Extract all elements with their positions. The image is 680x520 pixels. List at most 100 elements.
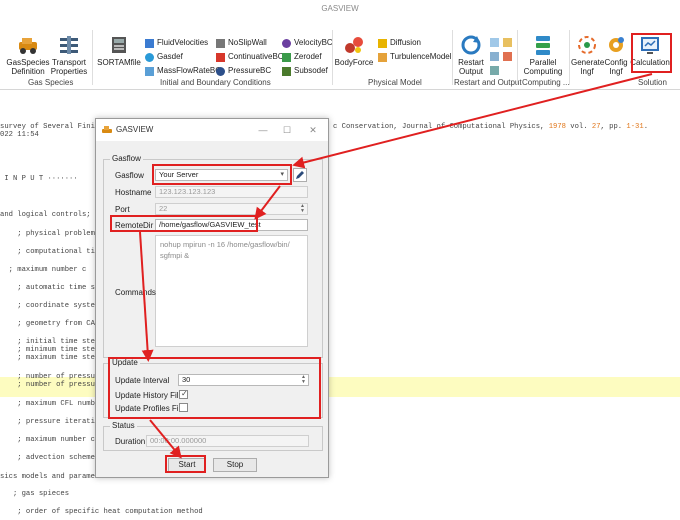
ribbon-separator [92,30,93,85]
diffusion-label: Diffusion [390,38,421,47]
vehicle-icon [17,34,39,56]
continuative-bc-button[interactable]: ContinuativeBC [216,52,284,62]
fluid-velocities-button[interactable]: FluidVelocities [145,38,208,48]
reference-year: 1978 [548,123,566,131]
minimize-icon[interactable]: — [256,123,270,137]
group-initial-boundary: Initial and Boundary Conditions [160,78,271,87]
config-icon [605,34,627,56]
transport-properties-label: Transport Properties [50,58,88,76]
app-logo-icon [102,126,112,134]
editor-line: sics models and paramet [0,473,100,481]
turbulence-model-button[interactable]: TurbulenceModel [378,52,452,62]
zerodef-button[interactable]: Zerodef [282,52,322,62]
gas-species-definition-button[interactable]: GasSpecies Definition [6,34,50,76]
dialog-titlebar[interactable]: GASVIEW — ☐ ✕ [96,119,328,141]
globe-icon [145,52,154,62]
annotation-box-remotedir [110,215,258,232]
ribbon-toolbar: GasSpecies Definition Transport Properti… [0,20,680,90]
arrow-icon [216,52,225,62]
reference-volume: 27 [591,123,601,131]
group-gas-species: Gas Species [28,78,74,87]
app-title: GASVIEW [321,4,359,13]
subsodef-label: Subsodef [294,66,328,75]
plot-button-5[interactable] [490,66,502,75]
maximize-icon[interactable]: ☐ [280,123,294,137]
editor-line: ; number of pressu [0,373,95,381]
scatter-icon [503,52,512,61]
gasdef-button[interactable]: Gasdef [145,52,183,62]
massflow-rate-bc-button[interactable]: MassFlowRateBC [145,66,221,76]
edit-server-button[interactable] [293,168,307,182]
diffusion-button[interactable]: Diffusion [378,38,421,48]
stop-button[interactable]: Stop [213,458,257,472]
commands-field[interactable]: nohup mpirun -n 16 /home/gasflow/bin/ sg… [155,235,308,347]
annotation-box-calculation [631,33,672,73]
gasdef-label: Gasdef [157,52,183,61]
editor-line: 022 11:54 [0,131,39,139]
pressure-bc-button[interactable]: PressureBC [216,66,271,76]
config-ingf-button[interactable]: Config Ingf [603,34,629,76]
diffusion-icon [378,38,387,48]
duration-label: Duration [115,437,146,446]
flow-icon [145,66,154,76]
plot-button-2[interactable] [503,38,515,47]
editor-line: ; computational ti [0,248,95,256]
refresh-icon [460,34,482,56]
close-icon[interactable]: ✕ [306,123,320,137]
machine-icon [108,34,130,56]
wall-icon [216,38,225,48]
ribbon-separator [569,30,570,85]
parallel-computing-button[interactable]: Parallel Computing [520,34,566,76]
leaf-icon [282,52,291,62]
duration-field: 00:00:00.000000 [146,435,309,447]
table-icon [490,66,499,75]
transport-properties-button[interactable]: Transport Properties [50,34,88,76]
port-value: 22 [159,204,168,213]
ribbon-separator [332,30,333,85]
pressure-bc-label: PressureBC [228,66,272,75]
spinner-icon[interactable]: ▲ ▼ [300,204,305,214]
port-field[interactable]: 22 ▲ ▼ [155,203,308,215]
editor-line: ; number of pressu [0,381,95,389]
hostname-field[interactable]: 123.123.123.123 [155,186,308,198]
editor-line: ; geometry from CA [0,320,95,328]
editor-line: ; maximum CFL numb [0,400,95,408]
sortam-file-label: SORTAMfile [97,58,141,67]
reference-text: c Conservation, Journal of Computational… [333,123,545,131]
annotation-box-gasflow [152,164,292,185]
no-slip-wall-button[interactable]: NoSlipWall [216,38,267,48]
restart-output-label: Restart Output [458,58,484,76]
reference-pp-label: , pp. [600,123,623,131]
pipes-icon [58,34,80,56]
reference-pages: 1-31 [626,123,644,131]
plot-button-3[interactable] [490,52,502,61]
plot-button-4[interactable] [503,52,515,61]
massflow-rate-bc-label: MassFlowRateBC [157,66,222,75]
body-force-button[interactable]: BodyForce [334,34,374,67]
velocity-bc-label: VelocityBC [294,38,333,47]
zerodef-label: Zerodef [294,52,322,61]
editor-line: ; maximum number c [0,266,87,274]
annotation-box-start [165,455,206,473]
block-icon [282,66,291,76]
editor-line: ; coordinate syste [0,302,95,310]
generate-ingf-button[interactable]: Generate Ingf [571,34,604,76]
fluid-velocities-label: FluidVelocities [157,38,209,47]
reference-tail-line: c Conservation, Journal of Computational… [333,123,648,131]
ribbon-separator [452,30,453,85]
commands-label: Commands [115,288,156,297]
editor-line: ; pressure iterati [0,418,95,426]
grid-icon [145,38,154,48]
restart-output-button[interactable]: Restart Output [454,34,488,76]
turbulence-model-label: TurbulenceModel [390,52,452,61]
velocity-bc-button[interactable]: VelocityBC [282,38,333,48]
sortam-file-button[interactable]: SORTAMfile [96,34,142,67]
subsodef-button[interactable]: Subsodef [282,66,328,76]
editor-line: and logical controls; [0,211,91,219]
plot-button-1[interactable] [490,38,502,47]
editor-line: I N P U T ······· [0,175,78,183]
editor-line: survey of Several Finit [0,123,100,131]
server-stack-icon [532,34,554,56]
ribbon-separator [517,30,518,85]
turbulence-icon [378,52,387,62]
